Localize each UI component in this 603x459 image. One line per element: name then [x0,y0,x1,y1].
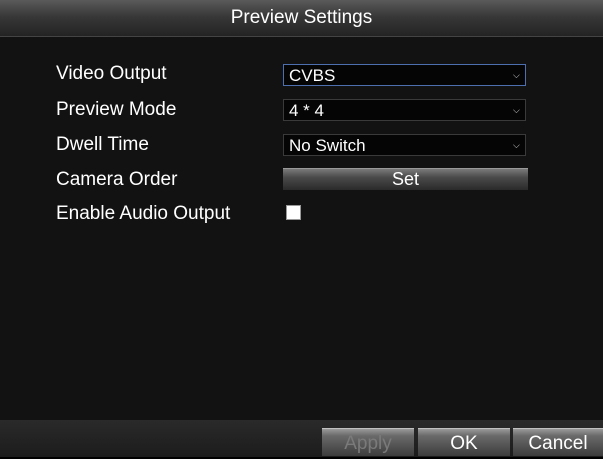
dwell-time-value: No Switch [289,136,366,155]
title-bar: Preview Settings [0,0,603,37]
preview-settings-dialog: Preview Settings Video Output CVBS ⌵ Pre… [0,0,603,457]
video-output-label: Video Output [56,63,167,84]
dialog-title: Preview Settings [230,7,373,28]
chevron-down-icon: ⌵ [513,140,520,150]
settings-panel: Video Output CVBS ⌵ Preview Mode 4 * 4 ⌵… [0,37,603,420]
enable-audio-output-checkbox[interactable] [286,205,301,220]
preview-mode-label: Preview Mode [56,99,177,120]
dwell-time-select[interactable]: No Switch ⌵ [283,134,526,156]
dwell-time-label: Dwell Time [56,134,149,155]
footer-bar: Apply OK Cancel [0,420,603,457]
ok-button[interactable]: OK [418,428,510,456]
preview-mode-value: 4 * 4 [289,101,324,120]
chevron-down-icon: ⌵ [513,105,520,115]
preview-mode-select[interactable]: 4 * 4 ⌵ [283,99,526,121]
enable-audio-output-label: Enable Audio Output [56,203,231,224]
camera-order-label: Camera Order [56,169,178,190]
cancel-button[interactable]: Cancel [513,428,603,456]
apply-button[interactable]: Apply [322,428,414,456]
video-output-value: CVBS [289,66,336,85]
camera-order-set-button[interactable]: Set [283,168,528,190]
chevron-down-icon: ⌵ [513,70,520,80]
video-output-select[interactable]: CVBS ⌵ [283,64,526,86]
